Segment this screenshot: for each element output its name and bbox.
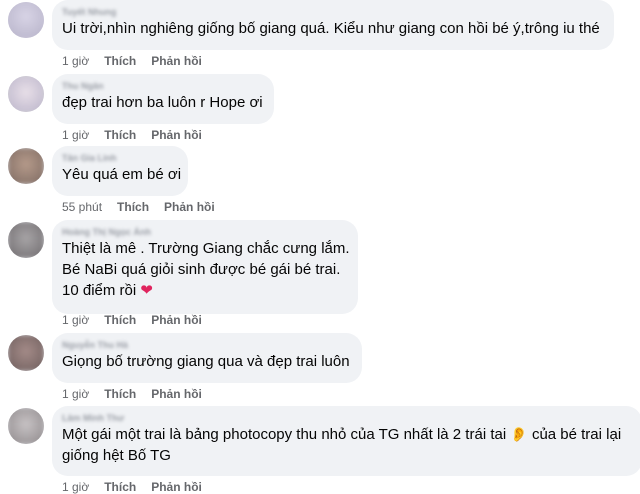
comment-meta: 1 giờ Thích Phản hồi bbox=[62, 313, 217, 327]
comment-time[interactable]: 55 phút bbox=[62, 200, 102, 214]
comment-time[interactable]: 1 giờ bbox=[62, 54, 89, 68]
comment-author[interactable]: Lâm Minh Thư bbox=[62, 412, 630, 424]
avatar[interactable] bbox=[8, 408, 44, 444]
comment-text-line-1: Một gái một trai là bảng photocopy thu n… bbox=[62, 424, 630, 445]
reply-button[interactable]: Phản hồi bbox=[164, 200, 215, 214]
reply-button[interactable]: Phản hồi bbox=[151, 387, 202, 401]
like-button[interactable]: Thích bbox=[104, 54, 136, 68]
comment-meta: 1 giờ Thích Phản hồi bbox=[62, 480, 217, 494]
comment-meta: 1 giờ Thích Phản hồi bbox=[62, 54, 217, 68]
comment-meta: 1 giờ Thích Phản hồi bbox=[62, 128, 217, 142]
comment-text-line-1: Thiệt là mê . Trường Giang chắc cưng lắm… bbox=[62, 240, 350, 257]
ear-icon: 👂 bbox=[510, 426, 528, 442]
heart-icon: ❤ bbox=[140, 282, 153, 299]
reply-button[interactable]: Phản hồi bbox=[151, 54, 202, 68]
reply-button[interactable]: Phản hồi bbox=[151, 128, 202, 142]
comment-text: Giọng bố trường giang qua và đẹp trai lu… bbox=[62, 353, 350, 370]
comment-text-line-2: Bé NaBi quá giỏi sinh được bé gái bé tra… bbox=[62, 261, 341, 278]
avatar[interactable] bbox=[8, 335, 44, 371]
comment-bubble: Nguyễn Thu Hà Giọng bố trường giang qua … bbox=[52, 333, 362, 383]
comment-author[interactable]: Nguyễn Thu Hà bbox=[62, 339, 350, 351]
reply-button[interactable]: Phản hồi bbox=[151, 480, 202, 494]
comment-bubble: Tân Gia Linh Yêu quá em bé ơi bbox=[52, 146, 188, 196]
like-button[interactable]: Thích bbox=[104, 313, 136, 327]
comment-time[interactable]: 1 giờ bbox=[62, 313, 89, 327]
comment-meta: 1 giờ Thích Phản hồi bbox=[62, 387, 217, 401]
comment-text-line-3-label: 10 điểm rồi bbox=[62, 282, 137, 299]
comment-meta: 55 phút Thích Phản hồi bbox=[62, 200, 230, 214]
avatar[interactable] bbox=[8, 2, 44, 38]
comment-time[interactable]: 1 giờ bbox=[62, 387, 89, 401]
comment-time[interactable]: 1 giờ bbox=[62, 480, 89, 494]
comment-text: đẹp trai hơn ba luôn r Hope ơi bbox=[62, 94, 263, 111]
comment-bubble: Tuyết Nhung Ui trời,nhìn nghiêng giống b… bbox=[52, 0, 614, 50]
like-button[interactable]: Thích bbox=[104, 387, 136, 401]
comment-bubble: Hoàng Thị Ngọc Ánh Thiệt là mê . Trường … bbox=[52, 220, 358, 314]
comment-text-line-1-end: của bé trai lại bbox=[531, 426, 622, 443]
comment-text-line-2: giống hệt Bố TG bbox=[62, 447, 171, 464]
comment-author[interactable]: Hoàng Thị Ngọc Ánh bbox=[62, 226, 346, 238]
comment-text: Yêu quá em bé ơi bbox=[62, 166, 182, 183]
avatar[interactable] bbox=[8, 222, 44, 258]
comment-text-line-1-start: Một gái một trai là bảng photocopy thu n… bbox=[62, 426, 507, 443]
comment-author[interactable]: Tân Gia Linh bbox=[62, 152, 176, 164]
comment-author[interactable]: Tuyết Nhung bbox=[62, 6, 602, 18]
comment-time[interactable]: 1 giờ bbox=[62, 128, 89, 142]
reply-button[interactable]: Phản hồi bbox=[151, 313, 202, 327]
avatar[interactable] bbox=[8, 76, 44, 112]
like-button[interactable]: Thích bbox=[104, 480, 136, 494]
comment-text-line-3: 10 điểm rồi ❤ bbox=[62, 280, 346, 301]
like-button[interactable]: Thích bbox=[117, 200, 149, 214]
comment-bubble: Thu Ngân đẹp trai hơn ba luôn r Hope ơi bbox=[52, 74, 274, 124]
avatar[interactable] bbox=[8, 148, 44, 184]
comment-text: Ui trời,nhìn nghiêng giống bố giang quá.… bbox=[62, 20, 600, 37]
like-button[interactable]: Thích bbox=[104, 128, 136, 142]
comment-author[interactable]: Thu Ngân bbox=[62, 80, 262, 92]
comment-bubble: Lâm Minh Thư Một gái một trai là bảng ph… bbox=[52, 406, 640, 476]
